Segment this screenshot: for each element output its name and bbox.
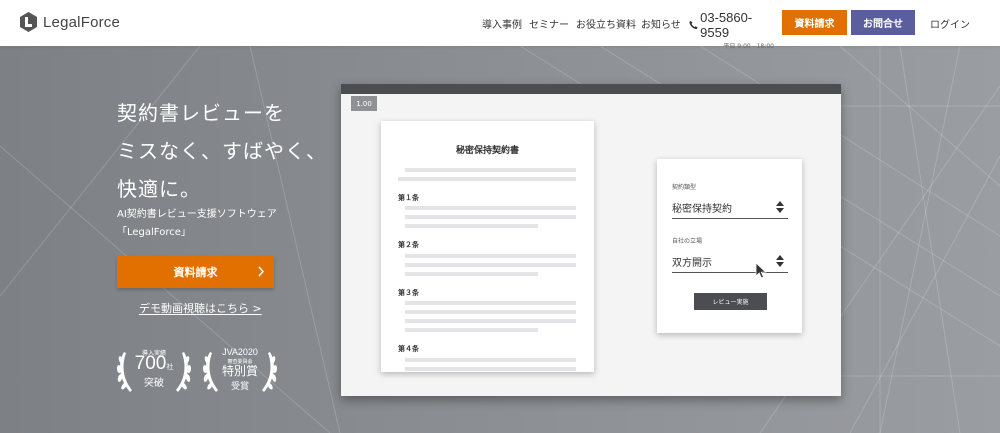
select-underline bbox=[672, 218, 788, 219]
award-badge: JVA2020 審査委員会 特別賞 受賞 bbox=[200, 340, 280, 400]
select-arrows-icon bbox=[776, 201, 784, 213]
demo-video-link[interactable]: デモ動画視聴はこちら > bbox=[139, 300, 262, 316]
nav-seminar[interactable]: セミナー bbox=[529, 16, 569, 31]
contract-type-select[interactable]: 秘密保持契約 bbox=[672, 200, 732, 215]
nav-case-studies[interactable]: 導入事例 bbox=[482, 16, 522, 31]
contact-button[interactable]: お問合せ bbox=[851, 10, 915, 35]
article-4-heading: 第４条 bbox=[398, 345, 419, 353]
text-line bbox=[405, 328, 538, 332]
article-3-heading: 第３条 bbox=[398, 289, 419, 297]
text-line bbox=[405, 224, 538, 228]
cta-label: 資料請求 bbox=[173, 266, 218, 279]
article-1-heading: 第１条 bbox=[398, 194, 419, 202]
text-line bbox=[405, 254, 576, 258]
contract-document: 秘密保持契約書 第１条 第２条 第３条 第４条 bbox=[381, 121, 594, 372]
cta-request-docs-button[interactable]: 資料請求 bbox=[117, 256, 274, 288]
hero-title-line-3: 快適に。 bbox=[117, 177, 201, 201]
select-underline bbox=[672, 272, 788, 273]
hero-title: 契約書レビューを ミスなく、すばやく、 快適に。 bbox=[117, 94, 327, 208]
text-line bbox=[405, 301, 576, 305]
review-settings-panel: 契約類型 秘密保持契約 自社の立場 双方開示 レビュー実施 bbox=[657, 159, 802, 333]
contract-type-label: 契約類型 bbox=[672, 184, 697, 191]
phone-hours: 平日 9:00 - 18:00 bbox=[723, 43, 774, 50]
logo[interactable]: LegalForce bbox=[20, 12, 120, 32]
party-position-label: 自社の立場 bbox=[672, 238, 703, 245]
phone-number: 03-5860-9559 bbox=[700, 10, 753, 40]
window-titlebar bbox=[341, 84, 841, 94]
mouse-cursor-icon bbox=[755, 262, 767, 279]
site-header: LegalForce 導入事例 セミナー お役立ち資料 お知らせ 03-5860… bbox=[0, 0, 1000, 50]
text-line bbox=[405, 263, 576, 267]
document-title: 秘密保持契約書 bbox=[455, 146, 519, 156]
chevron-right-icon bbox=[258, 266, 265, 277]
product-screenshot: 1.00 秘密保持契約書 第１条 第２条 第３条 第４条 契約類型 秘密保持契約… bbox=[341, 84, 841, 396]
party-position-select[interactable]: 双方開示 bbox=[672, 254, 712, 269]
nav-news[interactable]: お知らせ bbox=[641, 16, 681, 31]
select-arrows-icon bbox=[776, 255, 784, 267]
request-docs-button[interactable]: 資料請求 bbox=[782, 10, 847, 35]
text-line bbox=[405, 272, 538, 276]
hero-subtitle-line-2: 「LegalForce」 bbox=[117, 227, 191, 238]
text-line bbox=[398, 177, 576, 181]
text-line bbox=[405, 168, 576, 172]
logo-text: LegalForce bbox=[43, 13, 121, 31]
hero-section: 契約書レビューを ミスなく、すばやく、 快適に。 AI契約書レビュー支援ソフトウ… bbox=[0, 46, 1000, 433]
text-line bbox=[405, 319, 576, 323]
login-link[interactable]: ログイン bbox=[930, 16, 970, 31]
legalforce-logo-icon bbox=[20, 12, 37, 32]
phone-icon bbox=[689, 20, 698, 30]
badge-bottom-label: 突破 bbox=[144, 378, 164, 389]
hero-subtitle: AI契約書レビュー支援ソフトウェア 「LegalForce」 bbox=[117, 206, 277, 242]
text-line bbox=[405, 358, 576, 362]
text-line bbox=[405, 367, 576, 371]
text-line bbox=[405, 310, 576, 314]
achievement-badge: 導入実績 700社 突破 bbox=[114, 340, 194, 400]
run-review-button[interactable]: レビュー実施 bbox=[694, 293, 767, 310]
hero-subtitle-line-1: AI契約書レビュー支援ソフトウェア bbox=[117, 209, 277, 220]
award-title: 特別賞 bbox=[221, 364, 258, 378]
nav-resources[interactable]: お役立ち資料 bbox=[576, 16, 636, 31]
article-2-heading: 第２条 bbox=[398, 241, 419, 249]
hero-title-line-2: ミスなく、すばやく、 bbox=[117, 139, 327, 163]
phone-contact[interactable]: 03-5860-9559 平日 9:00 - 18:00 bbox=[689, 10, 774, 50]
badge-count-number: 700 bbox=[134, 353, 167, 374]
award-name: JVA2020 bbox=[222, 347, 258, 357]
zoom-indicator: 1.00 bbox=[351, 96, 377, 111]
hero-title-line-1: 契約書レビューを bbox=[117, 101, 285, 125]
text-line bbox=[405, 206, 576, 210]
award-bottom-label: 受賞 bbox=[230, 382, 249, 392]
badge-count-unit: 社 bbox=[166, 364, 174, 371]
text-line bbox=[405, 215, 576, 219]
